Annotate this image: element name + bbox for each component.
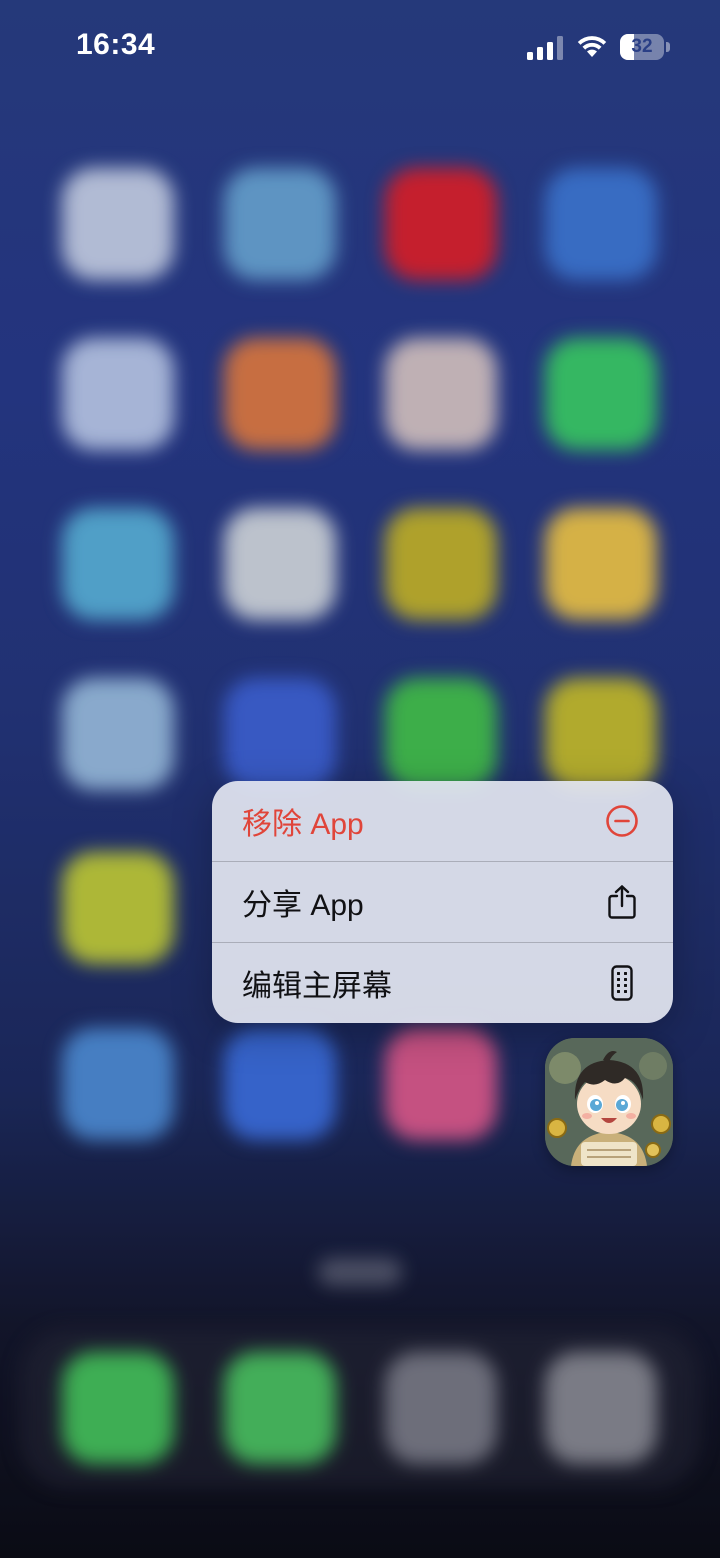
share-icon <box>605 885 639 919</box>
battery-percentage: 32 <box>631 36 653 57</box>
remove-app-label: 移除 App <box>242 808 364 841</box>
app-icon-artwork <box>545 1038 673 1166</box>
game-character-app-icon[interactable] <box>545 1038 673 1166</box>
share-app-menu-item[interactable]: 分享 App <box>212 862 673 942</box>
status-time: 16:34 <box>76 28 156 61</box>
edit-home-screen-label: 编辑主屏幕 <box>242 970 392 1003</box>
battery-body: 32 <box>620 34 664 60</box>
battery-icon: 32 <box>620 34 672 60</box>
wifi-icon <box>577 36 607 57</box>
battery-cap <box>666 42 670 52</box>
app-context-menu: 移除 App 分享 App 编辑主屏幕 <box>212 781 673 1023</box>
share-app-label: 分享 App <box>242 889 364 922</box>
phone-grid-icon <box>605 965 639 1001</box>
status-bar: 16:34 32 <box>0 0 720 96</box>
background-dim-overlay <box>0 0 720 1558</box>
edit-home-screen-menu-item[interactable]: 编辑主屏幕 <box>212 943 673 1023</box>
minus-circle-icon <box>605 804 639 838</box>
remove-app-menu-item[interactable]: 移除 App <box>212 781 673 861</box>
cellular-signal-icon <box>527 36 563 60</box>
